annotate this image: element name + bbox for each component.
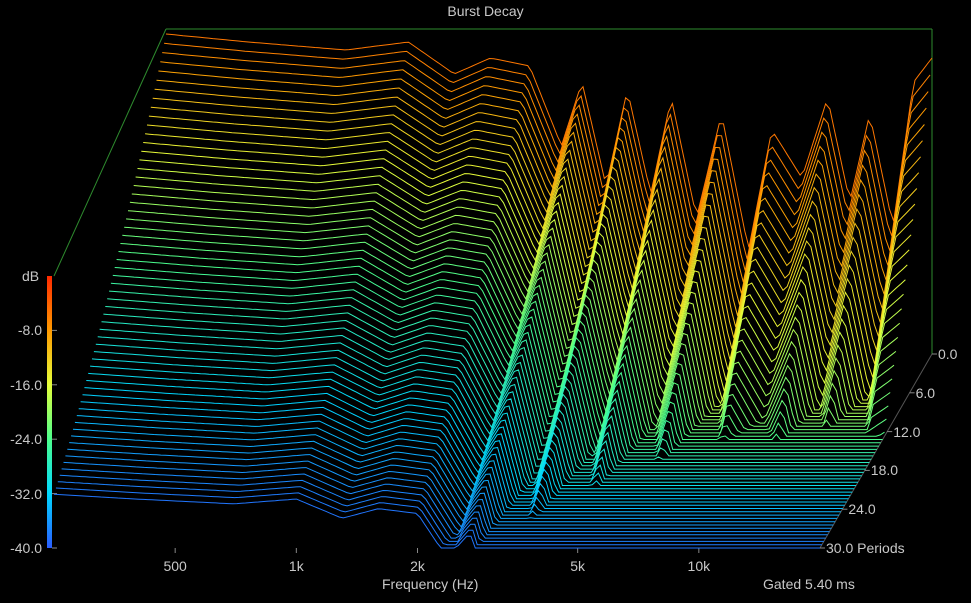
z-tick-label: -8.0 [17,322,42,339]
depth-tick-label: 30.0 Periods [826,540,905,556]
x-axis-label: Frequency (Hz) [382,576,479,592]
depth-tick-label: 24.0 [848,501,876,518]
colorbar [47,276,52,548]
decay-slice [55,487,822,546]
chart-title: Burst Decay [447,3,524,19]
x-tick-label: 500 [163,558,187,574]
z-tick-label: -24.0 [10,431,42,448]
burst-decay-chart [47,28,937,553]
decay-slice [67,448,834,526]
frame-edge-left [53,28,167,277]
depth-tick-label: 18.0 [870,462,899,479]
z-axis-label: dB [22,268,40,284]
decay-slice [129,201,897,417]
x-tick-label: 5k [570,558,586,574]
plot-frame [52,28,937,553]
depth-tick-label: 6.0 [915,384,936,401]
decay-slice [97,336,864,473]
gated-note: Gated 5.40 ms [763,576,855,592]
x-tick-label: 1k [288,558,304,574]
waterfall-slices [53,33,933,549]
decay-slice [99,328,866,470]
depth-tick-label: 12.0 [893,423,921,440]
decay-slice [71,435,838,519]
decay-slice [122,234,889,431]
x-tick-label: 10k [687,558,711,574]
decay-slice [148,115,916,351]
x-tick-label: 2k [410,558,425,574]
z-tick-label: -32.0 [10,485,42,502]
z-tick-label: -16.0 [10,376,42,393]
z-tick-label: -40.0 [10,540,42,556]
depth-tick-label: 0.0 [938,346,958,362]
decay-slice [154,88,921,317]
